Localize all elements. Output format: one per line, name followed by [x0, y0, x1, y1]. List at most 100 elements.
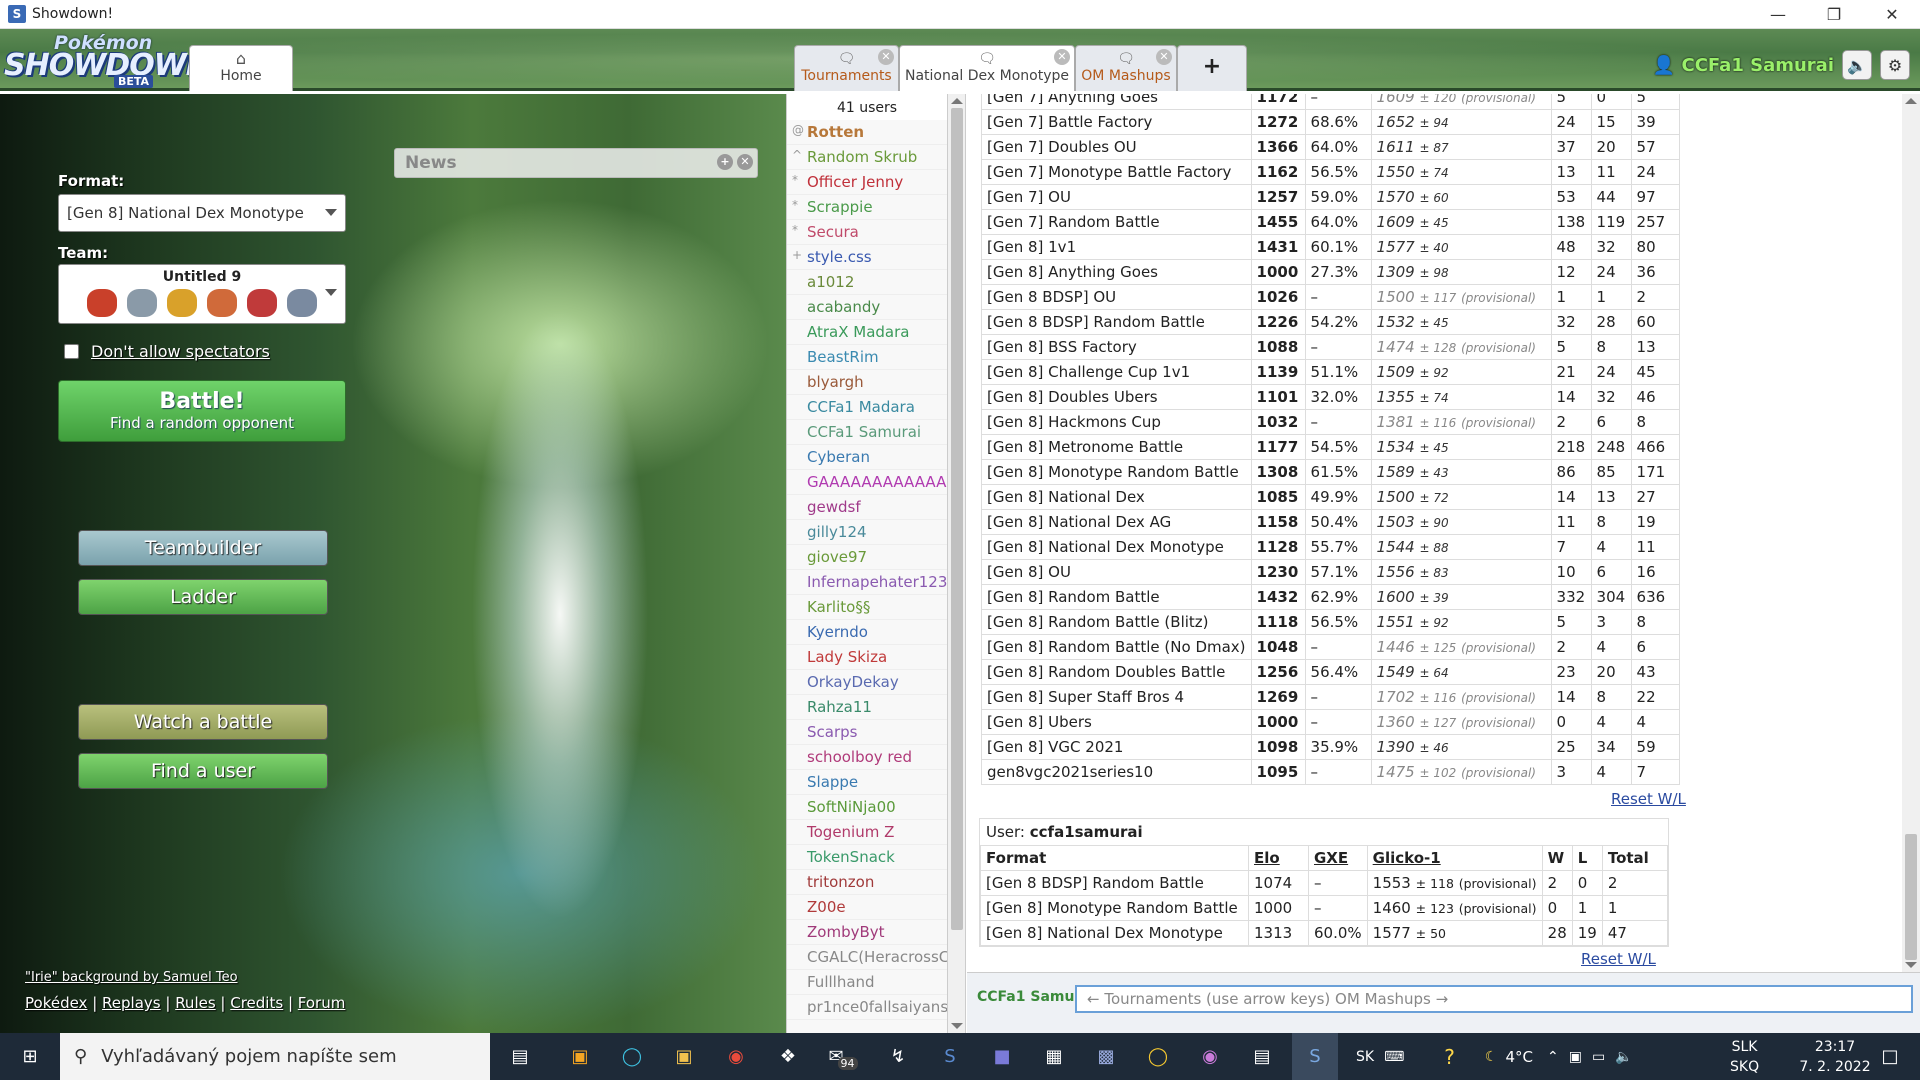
user-list-item[interactable]: gilly124 [787, 520, 947, 545]
format-select[interactable]: [Gen 8] National Dex Monotype [58, 194, 346, 232]
userlist-scrollbar[interactable] [948, 94, 966, 1033]
teams-app-icon[interactable]: ■ [982, 1033, 1022, 1080]
showdown-app-icon-taskbar-1[interactable]: S [930, 1033, 970, 1080]
battery-icon[interactable]: ▭ [1592, 1049, 1605, 1065]
paint-app-icon[interactable]: ▩ [1086, 1033, 1126, 1080]
user-list-item[interactable]: Karlito§§ [787, 595, 947, 620]
reset-wl-link[interactable]: Reset W/L [1611, 790, 1686, 808]
new-tab-button[interactable]: + [1177, 45, 1247, 91]
user-list-item[interactable]: Scarps [787, 720, 947, 745]
user-list-item[interactable]: @ Rotten [787, 120, 947, 145]
user-list-item[interactable]: schoolboy red [787, 745, 947, 770]
user-list-item[interactable]: ^ Random Skrub [787, 145, 947, 170]
user-list-item[interactable]: + style.css [787, 245, 947, 270]
link-pokedex[interactable]: Pokédex [25, 994, 87, 1012]
spectators-checkbox[interactable] [64, 344, 79, 359]
spectators-checkbox-row[interactable]: Don't allow spectators [64, 342, 270, 361]
network-icon[interactable]: ▣ [1569, 1049, 1582, 1065]
close-window-button[interactable]: ✕ [1864, 0, 1920, 29]
edge-app-icon[interactable]: ◯ [612, 1033, 652, 1080]
user-list-item[interactable]: GAAAAAAAAAAAAA [787, 470, 947, 495]
user-list-item[interactable]: Slappe [787, 770, 947, 795]
chrome-app-icon[interactable]: ◉ [716, 1033, 756, 1080]
user-list-item[interactable]: Rahza11 [787, 695, 947, 720]
close-tab-icon[interactable]: ✕ [1054, 49, 1070, 65]
col-elo[interactable]: Elo [1248, 845, 1309, 871]
user-list-item[interactable]: a1012 [787, 270, 947, 295]
scroll-up-icon[interactable] [951, 98, 963, 104]
dropbox-app-icon[interactable]: ❖ [768, 1033, 808, 1080]
find-user-button[interactable]: Find a user [78, 753, 328, 789]
close-tab-icon[interactable]: ✕ [878, 49, 894, 65]
battle-button[interactable]: Battle! Find a random opponent [58, 380, 346, 442]
user-list-item[interactable]: ZombyByt [787, 920, 947, 945]
chat-scrollbar[interactable] [1902, 94, 1920, 972]
user-list-item[interactable]: Cyberan [787, 445, 947, 470]
user-list-item[interactable]: gewdsf [787, 495, 947, 520]
link-credits[interactable]: Credits [230, 994, 283, 1012]
user-list-item[interactable]: TokenSnack [787, 845, 947, 870]
weather-temp[interactable]: 4°C [1505, 1048, 1533, 1066]
user-list-item[interactable]: Togenium Z [787, 820, 947, 845]
scroll-down-icon[interactable] [951, 1023, 963, 1029]
scrollbar-thumb[interactable] [1905, 834, 1917, 960]
user-list-item[interactable]: BeastRim [787, 345, 947, 370]
bolt-app-icon[interactable]: ↯ [878, 1033, 918, 1080]
reset-wl-link-user[interactable]: Reset W/L [1581, 950, 1656, 968]
settings-button[interactable]: ⚙ [1880, 50, 1910, 80]
mail-app-icon[interactable]: ✉ 94 [820, 1033, 866, 1080]
close-tab-icon[interactable]: ✕ [1156, 49, 1172, 65]
pokeball-app-icon[interactable]: ◯ [1138, 1033, 1178, 1080]
tab-national-dex-monotype[interactable]: 🗨 National Dex Monotype ✕ [899, 45, 1075, 91]
link-rules[interactable]: Rules [175, 994, 215, 1012]
sound-button[interactable]: 🔈 [1842, 50, 1872, 80]
user-list-item[interactable]: pr1nce0fallsaiyans [787, 995, 947, 1020]
teambuilder-button[interactable]: Teambuilder [78, 530, 328, 566]
document-app-icon[interactable]: ▤ [1242, 1033, 1282, 1080]
col-glicko[interactable]: Glicko-1 [1366, 845, 1543, 871]
user-list-item[interactable]: CCFa1 Madara [787, 395, 947, 420]
user-list-item[interactable]: * Officer Jenny [787, 170, 947, 195]
close-icon[interactable]: ✕ [737, 154, 753, 170]
maximize-button[interactable]: ❐ [1806, 0, 1862, 29]
user-list-item[interactable]: tritonzon [787, 870, 947, 895]
showdown-logo[interactable]: Pokémon SHOWDOWN BETA [4, 32, 211, 88]
watch-battle-button[interactable]: Watch a battle [78, 704, 328, 740]
chat-input[interactable]: ← Tournaments (use arrow keys) OM Mashup… [1075, 985, 1913, 1013]
plus-icon[interactable]: + [717, 154, 733, 170]
scroll-down-icon[interactable] [1905, 962, 1917, 968]
scrollbar-thumb[interactable] [951, 108, 963, 930]
user-list-item[interactable]: Infernapehater123 [787, 570, 947, 595]
user-list-item[interactable]: Kyerndo [787, 620, 947, 645]
showdown-app-icon-taskbar-2[interactable]: S [1292, 1033, 1338, 1080]
scroll-up-icon[interactable] [1905, 98, 1917, 104]
user-list-item[interactable]: AtraX Madara [787, 320, 947, 345]
taskbar-search[interactable]: ⚲ Vyhľadávaný pojem napíšte sem [60, 1033, 490, 1080]
col-gxe[interactable]: GXE [1308, 845, 1368, 871]
calculator-app-icon[interactable]: ▦ [1034, 1033, 1074, 1080]
user-list-item[interactable]: Lady Skiza [787, 645, 947, 670]
user-list-item[interactable]: OrkayDekay [787, 670, 947, 695]
discord-app-icon[interactable]: ◉ [1190, 1033, 1230, 1080]
user-list-item[interactable]: SoftNiNja00 [787, 795, 947, 820]
minimize-button[interactable]: — [1750, 0, 1806, 29]
user-list-item[interactable]: * Secura [787, 220, 947, 245]
user-list-item[interactable]: Fulllhand [787, 970, 947, 995]
input-language[interactable]: SLK SKQ [1730, 1033, 1759, 1080]
team-select[interactable]: Untitled 9 [58, 264, 346, 324]
link-forum[interactable]: Forum [298, 994, 346, 1012]
background-credit[interactable]: "Irie" background by Samuel Teo [25, 970, 238, 985]
keyboard-lang[interactable]: SK [1356, 1049, 1374, 1065]
user-list-item[interactable]: Z00e [787, 895, 947, 920]
chevron-up-icon[interactable]: ⌃ [1547, 1049, 1559, 1065]
tab-om-mashups[interactable]: 🗨 OM Mashups ✕ [1075, 45, 1177, 91]
tab-home[interactable]: ⌂ Home [189, 45, 293, 91]
user-list-item[interactable]: blyargh [787, 370, 947, 395]
user-list-item[interactable]: acabandy [787, 295, 947, 320]
tab-tournaments[interactable]: 🗨 Tournaments ✕ [794, 45, 899, 91]
notifications-button[interactable]: □ [1870, 1033, 1910, 1080]
store-app-icon[interactable]: ▣ [560, 1033, 600, 1080]
user-list-item[interactable]: CCFa1 Samurai [787, 420, 947, 445]
link-replays[interactable]: Replays [102, 994, 161, 1012]
user-list-item[interactable]: CGALC(HeracrossCrab) [787, 945, 947, 970]
